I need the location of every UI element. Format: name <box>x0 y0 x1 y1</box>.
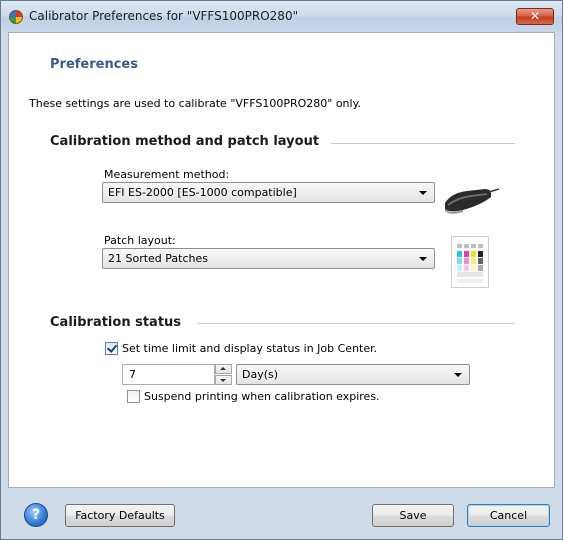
spinner-down-button[interactable] <box>215 375 232 385</box>
close-button[interactable]: ✕ <box>516 8 554 25</box>
patch-layout-dropdown[interactable]: 21 Sorted Patches <box>102 248 435 269</box>
help-icon[interactable]: ? <box>24 503 48 527</box>
calibrator-preferences-window: Calibrator Preferences for "VFFS100PRO28… <box>0 0 563 540</box>
measurement-method-dropdown[interactable]: EFI ES-2000 [ES-1000 compatible] <box>102 182 435 203</box>
time-unit-value: Day(s) <box>242 368 279 381</box>
patch-layout-label: Patch layout: <box>104 234 176 247</box>
suspend-printing-checkbox[interactable] <box>127 390 140 403</box>
measurement-method-label: Measurement method: <box>104 168 230 181</box>
time-limit-spinner[interactable] <box>215 364 232 385</box>
calibration-method-section-title: Calibration method and patch layout <box>50 134 320 149</box>
app-color-wheel-icon <box>9 10 23 24</box>
chevron-down-icon <box>419 257 427 261</box>
patch-layout-icon <box>451 236 489 288</box>
window-title: Calibrator Preferences for "VFFS100PRO28… <box>29 9 299 23</box>
time-limit-value: 7 <box>129 368 136 381</box>
patch-layout-value: 21 Sorted Patches <box>108 252 208 265</box>
calibration-status-section-title: Calibration status <box>50 315 182 330</box>
title-bar[interactable]: Calibrator Preferences for "VFFS100PRO28… <box>1 1 562 32</box>
spectrophotometer-icon <box>445 188 500 214</box>
factory-defaults-button[interactable]: Factory Defaults <box>65 504 175 527</box>
time-limit-value-input[interactable]: 7 <box>122 364 215 385</box>
spinner-up-button[interactable] <box>215 364 232 374</box>
section-divider <box>197 323 515 324</box>
section-divider <box>331 143 515 144</box>
time-unit-dropdown[interactable]: Day(s) <box>236 364 470 385</box>
time-limit-checkbox-label[interactable]: Set time limit and display status in Job… <box>122 342 377 355</box>
measurement-method-value: EFI ES-2000 [ES-1000 compatible] <box>108 186 297 199</box>
chevron-down-icon <box>454 373 462 377</box>
page-heading: Preferences <box>50 57 138 72</box>
intro-text: These settings are used to calibrate "VF… <box>29 97 362 110</box>
save-button[interactable]: Save <box>372 504 454 527</box>
cancel-button[interactable]: Cancel <box>467 504 550 527</box>
chevron-down-icon <box>419 191 427 195</box>
time-limit-checkbox[interactable] <box>105 342 118 355</box>
suspend-printing-checkbox-label[interactable]: Suspend printing when calibration expire… <box>144 390 380 403</box>
